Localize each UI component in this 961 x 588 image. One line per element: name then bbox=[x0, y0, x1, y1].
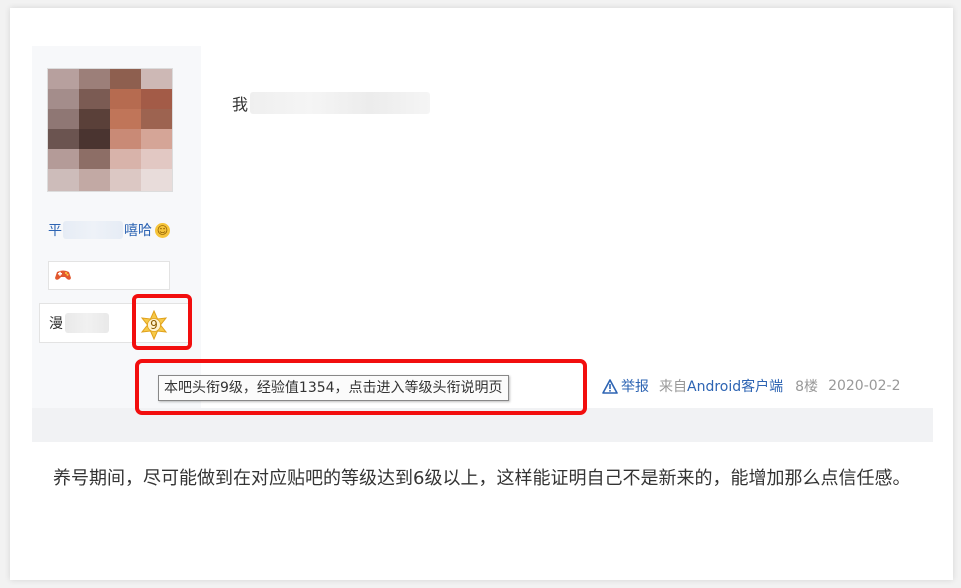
report-label: 举报 bbox=[621, 379, 649, 395]
forum-post-screenshot: 平 嘻哈 ☺ 漫 9 我 本吧头衔9级，经验值1354，点击进入等级头衔说明页 … bbox=[32, 46, 933, 442]
user-badge-box bbox=[48, 261, 170, 290]
post-text-prefix: 我 bbox=[232, 95, 249, 114]
avatar[interactable] bbox=[47, 68, 173, 192]
report-link[interactable]: 举报 bbox=[602, 376, 649, 396]
redacted-username bbox=[63, 221, 123, 239]
level-highlight-box bbox=[132, 294, 192, 350]
post-meta: 举报 来自Android客户端 8楼 2020-02-2 bbox=[602, 376, 933, 396]
smiley-icon: ☺ bbox=[155, 222, 170, 238]
warning-icon bbox=[602, 378, 618, 394]
level-title: 漫 bbox=[49, 313, 109, 333]
article-paragraph: 养号期间，尽可能做到在对应贴吧的等级达到6级以上，这样能证明自己不是新来的，能增… bbox=[53, 468, 911, 489]
source-client-link[interactable]: Android客户端 bbox=[687, 379, 783, 395]
article-card: 平 嘻哈 ☺ 漫 9 我 本吧头衔9级，经验值1354，点击进入等级头衔说明页 … bbox=[10, 8, 953, 580]
gamepad-icon[interactable] bbox=[54, 266, 72, 284]
source-prefix: 来自 bbox=[659, 379, 687, 395]
username-link[interactable]: 平 嘻哈 ☺ bbox=[48, 220, 170, 240]
floor-number: 8楼 bbox=[795, 379, 819, 395]
username-suffix: 嘻哈 bbox=[124, 223, 152, 239]
tooltip-highlight-box bbox=[135, 359, 587, 415]
level-title-prefix: 漫 bbox=[49, 316, 63, 332]
redacted-post-text bbox=[250, 92, 431, 114]
redacted-level-title bbox=[65, 313, 109, 333]
username-prefix: 平 bbox=[48, 223, 62, 239]
pixelated-avatar-image bbox=[48, 69, 172, 191]
post-content: 我 bbox=[232, 91, 431, 115]
post-source: 来自Android客户端 bbox=[659, 376, 783, 396]
post-date: 2020-02-2 bbox=[828, 378, 901, 394]
